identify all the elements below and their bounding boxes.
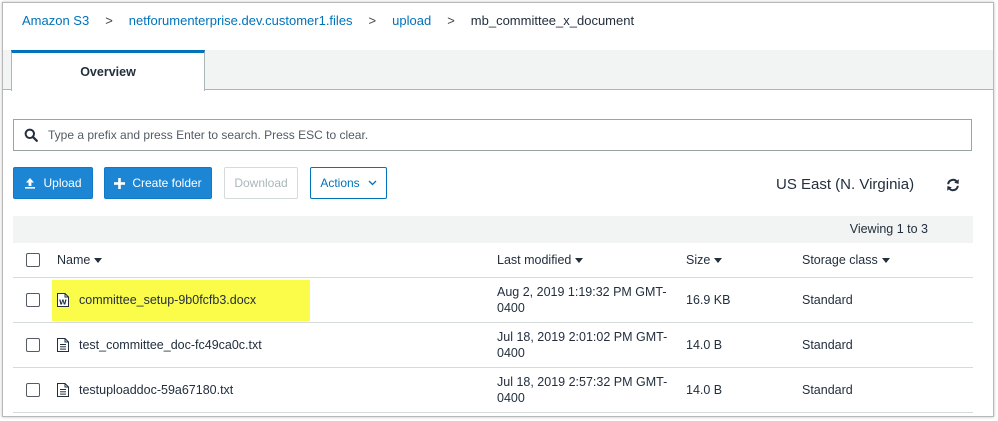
- size-cell: 14.0 B: [686, 383, 723, 397]
- column-header-size[interactable]: Size: [686, 243, 723, 277]
- size-cell: 14.0 B: [686, 338, 723, 352]
- last-modified-line1: Aug 2, 2019 1:19:32 PM GMT-: [497, 285, 667, 299]
- select-all-cell: [26, 243, 40, 277]
- last-modified-line1: Jul 18, 2019 2:01:02 PM GMT-: [497, 330, 668, 344]
- search-icon: [14, 128, 48, 142]
- search-box: [13, 119, 972, 151]
- table-row: W committee_setup-9b0fcfb3.docx Aug 2, 2…: [13, 278, 973, 323]
- object-name-cell: testuploaddoc-59a67180.txt: [57, 368, 233, 412]
- chevron-down-icon: [368, 180, 377, 186]
- region-label: US East (N. Virginia): [776, 176, 915, 193]
- last-modified-cell: Jul 18, 2019 2:57:32 PM GMT- 0400: [497, 368, 677, 412]
- column-header-storage-class[interactable]: Storage class: [802, 243, 890, 277]
- actions-button-label: Actions: [320, 176, 360, 190]
- sort-caret-icon: [714, 257, 723, 263]
- svg-text:W: W: [59, 299, 67, 307]
- breadcrumb: Amazon S3 > netforumenterprise.dev.custo…: [22, 11, 634, 29]
- breadcrumb-amazon-s3[interactable]: Amazon S3: [22, 13, 89, 28]
- size-cell: 16.9 KB: [686, 293, 731, 307]
- row-checkbox[interactable]: [26, 293, 40, 307]
- sort-caret-icon: [881, 257, 890, 263]
- tab-bar: Overview: [3, 50, 993, 91]
- create-folder-button-label: Create folder: [132, 176, 202, 190]
- object-link[interactable]: testuploaddoc-59a67180.txt: [79, 383, 233, 397]
- text-file-icon: [57, 338, 69, 352]
- object-link[interactable]: committee_setup-9b0fcfb3.docx: [79, 293, 256, 307]
- last-modified-line1: Jul 18, 2019 2:57:32 PM GMT-: [497, 375, 668, 389]
- row-checkbox[interactable]: [26, 338, 40, 352]
- download-button[interactable]: Download: [224, 167, 298, 199]
- column-header-name[interactable]: Name: [57, 243, 103, 277]
- table-row: test_committee_doc-fc49ca0c.txt Jul 18, …: [13, 323, 973, 368]
- row-select-cell: [26, 278, 40, 322]
- objects-table: Name Last modified Size Storage class W …: [13, 243, 973, 413]
- breadcrumb-upload-folder[interactable]: upload: [392, 13, 431, 28]
- table-header-row: Name Last modified Size Storage class: [13, 243, 973, 278]
- column-last-modified-label: Last modified: [497, 253, 572, 267]
- upload-icon: [24, 177, 36, 189]
- row-checkbox[interactable]: [26, 383, 40, 397]
- storage-class-cell: Standard: [802, 338, 853, 352]
- last-modified-cell: Jul 18, 2019 2:01:02 PM GMT- 0400: [497, 323, 677, 367]
- sort-caret-icon: [575, 257, 584, 263]
- tab-overview[interactable]: Overview: [11, 50, 205, 91]
- select-all-checkbox[interactable]: [26, 253, 40, 267]
- sort-caret-icon: [94, 257, 103, 263]
- column-storage-class-label: Storage class: [802, 253, 878, 267]
- upload-button[interactable]: Upload: [13, 167, 93, 199]
- breadcrumb-separator: >: [447, 12, 455, 28]
- text-file-icon: [57, 383, 69, 397]
- last-modified-line2: 0400: [497, 391, 525, 405]
- breadcrumb-current-folder: mb_committee_x_document: [470, 12, 635, 28]
- object-name-cell: W committee_setup-9b0fcfb3.docx: [57, 278, 256, 322]
- pagination-bar: Viewing 1 to 3: [13, 216, 973, 243]
- last-modified-line2: 0400: [497, 346, 525, 360]
- object-link[interactable]: test_committee_doc-fc49ca0c.txt: [79, 338, 262, 352]
- s3-console-window: Amazon S3 > netforumenterprise.dev.custo…: [2, 2, 994, 417]
- last-modified-cell: Aug 2, 2019 1:19:32 PM GMT- 0400: [497, 278, 677, 322]
- breadcrumb-separator: >: [368, 12, 377, 28]
- plus-icon: [114, 177, 126, 189]
- storage-class-cell: Standard: [802, 383, 853, 397]
- column-size-label: Size: [686, 253, 711, 267]
- search-input[interactable]: [48, 121, 971, 149]
- row-select-cell: [26, 368, 40, 412]
- create-folder-button[interactable]: Create folder: [104, 167, 212, 199]
- object-name-cell: test_committee_doc-fc49ca0c.txt: [57, 323, 262, 367]
- row-select-cell: [26, 323, 40, 367]
- word-doc-icon: W: [57, 293, 69, 307]
- refresh-icon[interactable]: [945, 177, 961, 193]
- last-modified-line2: 0400: [497, 301, 525, 315]
- breadcrumb-separator: >: [105, 12, 113, 28]
- viewing-count: Viewing 1 to 3: [849, 222, 928, 236]
- table-row: testuploaddoc-59a67180.txt Jul 18, 2019 …: [13, 368, 973, 413]
- breadcrumb-bucket[interactable]: netforumenterprise.dev.customer1.files: [129, 13, 353, 28]
- actions-dropdown-button[interactable]: Actions: [310, 167, 387, 199]
- upload-button-label: Upload: [43, 176, 82, 190]
- column-header-last-modified[interactable]: Last modified: [497, 243, 677, 277]
- column-name-label: Name: [57, 253, 91, 267]
- storage-class-cell: Standard: [802, 293, 853, 307]
